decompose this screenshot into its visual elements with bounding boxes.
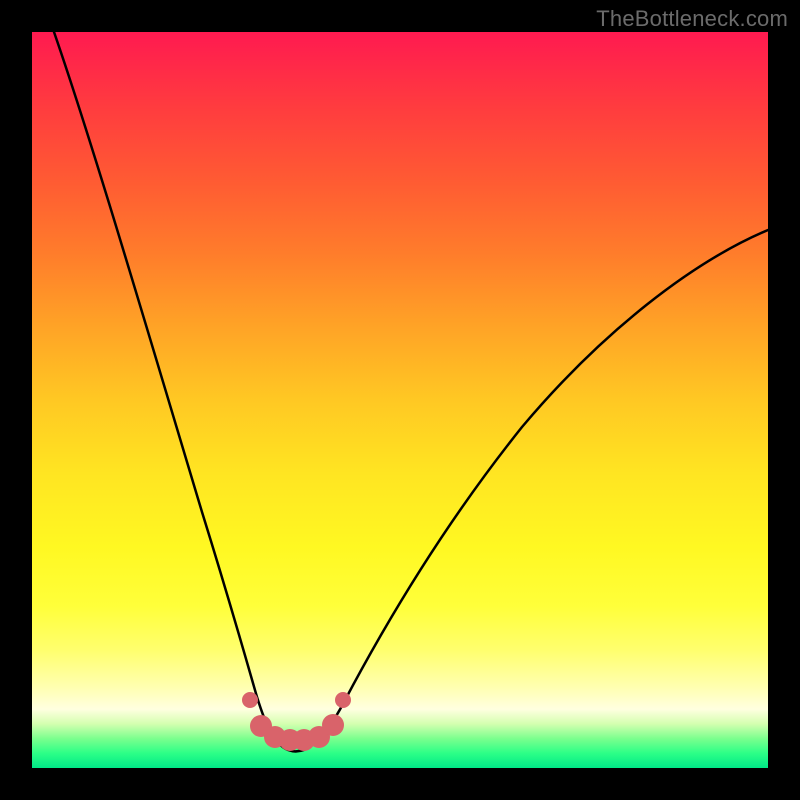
watermark-text: TheBottleneck.com xyxy=(596,6,788,32)
plot-area xyxy=(32,32,768,768)
bottleneck-curve xyxy=(54,32,768,751)
chart-frame: TheBottleneck.com xyxy=(0,0,800,800)
chart-svg xyxy=(32,32,768,768)
